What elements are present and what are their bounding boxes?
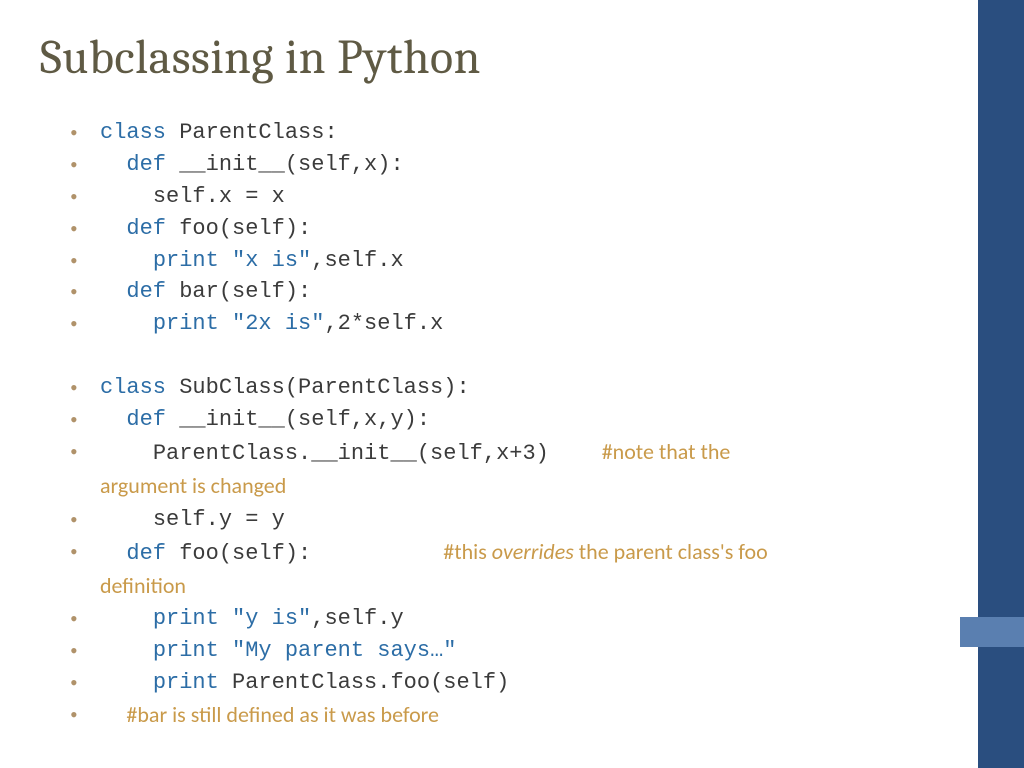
code-line: def bar(self):	[70, 276, 920, 308]
code-line: def __init__(self,x,y):	[70, 404, 920, 436]
page-title: Subclassing in Python	[40, 30, 920, 85]
code-line: self.y = y	[70, 504, 920, 536]
side-stripe-decor	[978, 0, 1024, 768]
side-accent-decor	[960, 617, 1024, 647]
code-listing: class ParentClass: def __init__(self,x):…	[40, 117, 920, 733]
code-line: print ParentClass.foo(self)	[70, 667, 920, 699]
blank-line	[70, 340, 920, 372]
code-line: def foo(self):	[70, 213, 920, 245]
code-line: print "2x is",2*self.x	[70, 308, 920, 340]
code-line: class SubClass(ParentClass):	[70, 372, 920, 404]
code-line: ParentClass.__init__(self,x+3) #note tha…	[70, 436, 920, 504]
code-line: class ParentClass:	[70, 117, 920, 149]
code-line: print "My parent says…"	[70, 635, 920, 667]
code-line: print "y is",self.y	[70, 603, 920, 635]
code-line: #bar is still defined as it was before	[70, 699, 920, 733]
slide: Subclassing in Python class ParentClass:…	[0, 0, 960, 768]
code-line: self.x = x	[70, 181, 920, 213]
code-line: def __init__(self,x):	[70, 149, 920, 181]
code-line: print "x is",self.x	[70, 245, 920, 277]
code-line: def foo(self): #this overrides the paren…	[70, 536, 920, 604]
